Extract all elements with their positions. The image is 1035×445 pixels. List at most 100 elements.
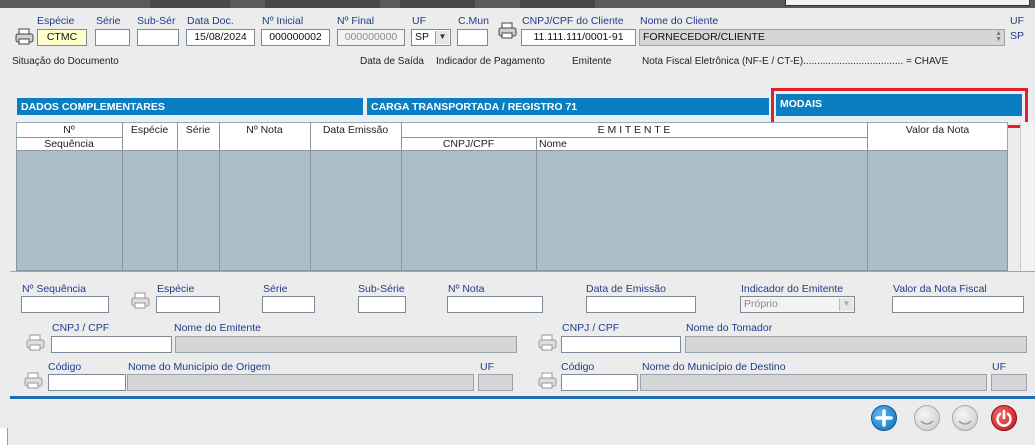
codigo-destino-field[interactable] xyxy=(561,374,638,391)
power-icon xyxy=(996,409,1012,427)
uf-destino-label: UF xyxy=(992,361,1006,373)
n-final-field[interactable]: 000000000 xyxy=(337,29,405,46)
printer-icon[interactable] xyxy=(498,22,518,39)
top-strip-value xyxy=(265,0,380,8)
emitente-label: Emitente xyxy=(572,56,612,67)
uf-select[interactable]: SP ▼ xyxy=(411,29,451,46)
col-n: Nº xyxy=(63,124,75,136)
uf2-value: SP xyxy=(1010,30,1025,42)
grid-divider xyxy=(16,150,1008,151)
indicador-emitente-select[interactable]: Próprio ▼ xyxy=(740,296,855,313)
printer-icon[interactable] xyxy=(538,334,558,351)
col-cnpj: CNPJ/CPF xyxy=(442,138,495,150)
cnpj-emitente-field[interactable] xyxy=(51,336,172,353)
n-sequencia-field[interactable] xyxy=(21,296,109,313)
codigo-origem-field[interactable] xyxy=(48,374,126,391)
exit-button[interactable] xyxy=(991,405,1017,431)
printer-icon[interactable] xyxy=(131,292,151,309)
col-valor: Valor da Nota xyxy=(905,124,970,136)
cmun-field[interactable] xyxy=(457,29,488,46)
right-scrollbar[interactable] xyxy=(1020,122,1034,271)
left-edge xyxy=(0,428,8,445)
sub-serie-form-label: Sub-Série xyxy=(358,283,405,295)
especie-field[interactable]: CTMC xyxy=(37,29,87,46)
nome-emitente-field xyxy=(175,336,517,353)
uf-select-value: SP xyxy=(415,31,430,43)
serie-label: Série xyxy=(96,15,121,27)
cnpj-tomador-field[interactable] xyxy=(561,336,681,353)
subser-field[interactable] xyxy=(137,29,179,46)
indicador-emitente-label: Indicador do Emitente xyxy=(741,283,844,295)
municipio-destino-label: Nome do Município de Destino xyxy=(642,361,786,373)
uf-label: UF xyxy=(412,15,426,27)
plus-icon xyxy=(875,409,893,427)
disabled-button[interactable] xyxy=(952,405,978,431)
serie-form-label: Série xyxy=(263,283,288,295)
printer-icon[interactable] xyxy=(538,372,558,389)
subser-label: Sub-Sér xyxy=(137,15,176,27)
data-doc-field[interactable]: 15/08/2024 xyxy=(186,29,255,46)
n-sequencia-label: Nº Sequência xyxy=(22,283,86,295)
n-final-label: Nº Final xyxy=(337,15,375,27)
col-serie: Série xyxy=(185,124,211,136)
top-strip-value xyxy=(150,0,230,8)
sub-serie-form-field[interactable] xyxy=(358,296,406,313)
municipio-destino-field xyxy=(640,374,987,391)
col-data: Data Emissão xyxy=(322,124,389,136)
cnpj-label: CNPJ/CPF do Cliente xyxy=(522,15,624,27)
data-doc-label: Data Doc. xyxy=(187,15,234,27)
data-saida-label: Data de Saída xyxy=(360,56,424,67)
n-inicial-label: Nº Inicial xyxy=(262,15,304,27)
grid-body[interactable] xyxy=(16,151,1008,271)
nome-cliente-value: FORNECEDOR/CLIENTE xyxy=(643,31,765,43)
codigo-destino-label: Código xyxy=(561,361,595,373)
data-emissao-form-label: Data de Emissão xyxy=(586,283,666,295)
col-nota: Nº Nota xyxy=(246,124,283,136)
grid-divider xyxy=(867,122,868,271)
cnpj-field[interactable]: 11.111.111/0001-91 xyxy=(521,29,636,46)
chevron-down-icon[interactable]: ▼ xyxy=(839,298,853,311)
nome-cliente-label: Nome do Cliente xyxy=(640,15,719,27)
chevron-down-icon[interactable]: ▼ xyxy=(435,31,449,44)
n-inicial-field[interactable]: 000000002 xyxy=(261,29,330,46)
especie-form-field[interactable] xyxy=(156,296,220,313)
col-sequencia: Sequência xyxy=(44,138,94,150)
grid-divider xyxy=(536,137,537,271)
disabled-icon xyxy=(958,420,972,425)
grid-divider xyxy=(310,122,311,271)
printer-icon[interactable] xyxy=(26,334,46,351)
col-emitente: E M I T E N T E xyxy=(597,124,671,136)
tab-dados-complementares[interactable]: DADOS COMPLEMENTARES xyxy=(16,97,364,116)
add-button[interactable] xyxy=(871,405,897,431)
uf-origem-field xyxy=(478,374,513,391)
nome-cliente-field: FORNECEDOR/CLIENTE ▲ ▼ xyxy=(639,29,1005,46)
cmun-label: C.Mun xyxy=(458,15,489,27)
serie-form-field[interactable] xyxy=(262,296,315,313)
tab-carga-transportada[interactable]: CARGA TRANSPORTADA / REGISTRO 71 xyxy=(366,97,770,116)
top-strip-value xyxy=(400,0,475,8)
indicador-pagamento-label: Indicador de Pagamento xyxy=(436,56,545,67)
grid-divider xyxy=(16,137,122,138)
printer-icon[interactable] xyxy=(24,372,44,389)
grid-divider xyxy=(122,122,123,271)
municipio-origem-field xyxy=(127,374,474,391)
especie-label: Espécie xyxy=(37,15,75,27)
grid-divider xyxy=(177,122,178,271)
uf-origem-label: UF xyxy=(480,361,494,373)
disabled-button[interactable] xyxy=(914,405,940,431)
printer-icon[interactable] xyxy=(15,28,35,45)
n-nota-form-field[interactable] xyxy=(447,296,543,313)
separator xyxy=(10,271,1035,272)
municipio-origem-label: Nome do Município de Origem xyxy=(128,361,271,373)
data-emissao-form-field[interactable] xyxy=(586,296,696,313)
serie-field[interactable] xyxy=(95,29,130,46)
grid-divider xyxy=(219,122,220,271)
grid-divider xyxy=(401,137,867,138)
nome-tomador-label: Nome do Tomador xyxy=(686,322,773,334)
scroll-arrows-icon[interactable]: ▲ ▼ xyxy=(995,30,1002,43)
valor-nota-field[interactable] xyxy=(892,296,1024,313)
situacao-label: Situação do Documento xyxy=(12,56,119,67)
uf-destino-field xyxy=(991,374,1027,391)
col-nome: Nome xyxy=(539,138,568,150)
codigo-origem-label: Código xyxy=(48,361,82,373)
